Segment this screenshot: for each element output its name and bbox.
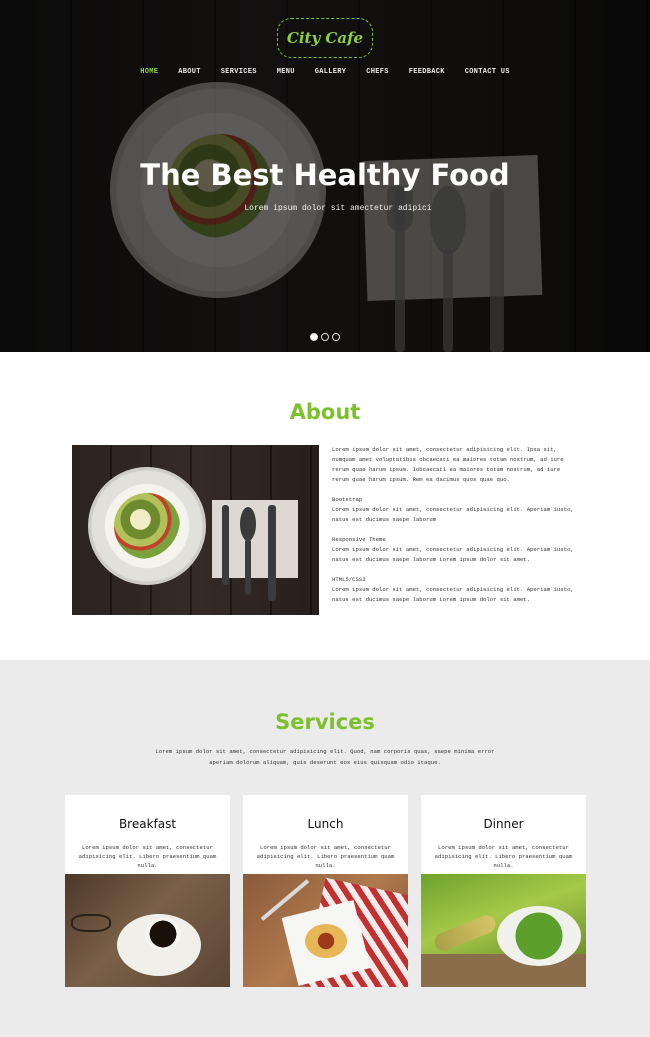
services-section: Services Lorem ipsum dolor sit amet, con… [0, 660, 650, 1037]
hero-title: The Best Healthy Food [140, 158, 510, 192]
logo-text: City Cafe [286, 29, 364, 47]
hero-banner: City Cafe HOME ABOUT SERVICES MENU GALLE… [0, 0, 650, 352]
slider-pagination [0, 333, 650, 341]
about-intro: Lorem ipsum dolor sit amet, consectetur … [332, 446, 564, 483]
card-text: Lorem ipsum dolor sit amet, consectetur … [78, 844, 217, 869]
about-title: About [289, 400, 361, 424]
site-logo[interactable]: City Cafe [277, 18, 373, 58]
about-image [72, 445, 319, 615]
about-text: Lorem ipsum dolor sit amet, consectetur … [332, 445, 578, 615]
card-title: Breakfast [118, 817, 177, 831]
feature-heading: Bootstrap [332, 496, 363, 503]
feature-bootstrap: Bootstrap Lorem ipsum dolor sit amet, co… [332, 495, 578, 525]
service-card-lunch[interactable]: Lunch Lorem ipsum dolor sit amet, consec… [243, 795, 408, 987]
feature-responsive: Responsive Theme Lorem ipsum dolor sit a… [332, 535, 578, 565]
feature-text: Lorem ipsum dolor sit amet, consectetur … [332, 506, 574, 523]
card-text: Lorem ipsum dolor sit amet, consectetur … [256, 844, 395, 869]
service-card-breakfast[interactable]: Breakfast Lorem ipsum dolor sit amet, co… [65, 795, 230, 987]
feature-heading: Responsive Theme [332, 536, 386, 543]
nav-item-contact[interactable]: CONTACT US [465, 68, 510, 76]
breakfast-image [65, 874, 230, 987]
feature-text: Lorem ipsum dolor sit amet, consectetur … [332, 546, 574, 563]
slider-dot-3[interactable] [332, 333, 340, 341]
nav-item-chefs[interactable]: CHEFS [366, 68, 389, 76]
services-title: Services [275, 710, 375, 734]
feature-html5: HTML5/CSS3 Lorem ipsum dolor sit amet, c… [332, 575, 578, 605]
nav-item-services[interactable]: SERVICES [221, 68, 257, 76]
nav-item-gallery[interactable]: GALLERY [315, 68, 347, 76]
hero-subtitle: Lorem ipsum dolor sit amectetur adipici [244, 204, 432, 213]
card-title: Dinner [483, 817, 524, 831]
dinner-image [421, 874, 586, 987]
nav-item-home[interactable]: HOME [140, 68, 158, 76]
feature-text: Lorem ipsum dolor sit amet, consectetur … [332, 586, 574, 603]
feature-heading: HTML5/CSS3 [332, 576, 366, 583]
lunch-image [243, 874, 408, 987]
slider-dot-1[interactable] [310, 333, 318, 341]
card-title: Lunch [307, 817, 344, 831]
slider-dot-2[interactable] [321, 333, 329, 341]
service-card-dinner[interactable]: Dinner Lorem ipsum dolor sit amet, conse… [421, 795, 586, 987]
nav-item-feedback[interactable]: FEEDBACK [409, 68, 445, 76]
main-nav: HOME ABOUT SERVICES MENU GALLERY CHEFS F… [0, 68, 650, 76]
services-intro: Lorem ipsum dolor sit amet, consectetur … [155, 748, 495, 766]
about-section: About Lorem ipsum dolor sit amet, consec… [0, 352, 650, 660]
nav-item-about[interactable]: ABOUT [178, 68, 201, 76]
nav-item-menu[interactable]: MENU [277, 68, 295, 76]
card-text: Lorem ipsum dolor sit amet, consectetur … [434, 844, 573, 869]
